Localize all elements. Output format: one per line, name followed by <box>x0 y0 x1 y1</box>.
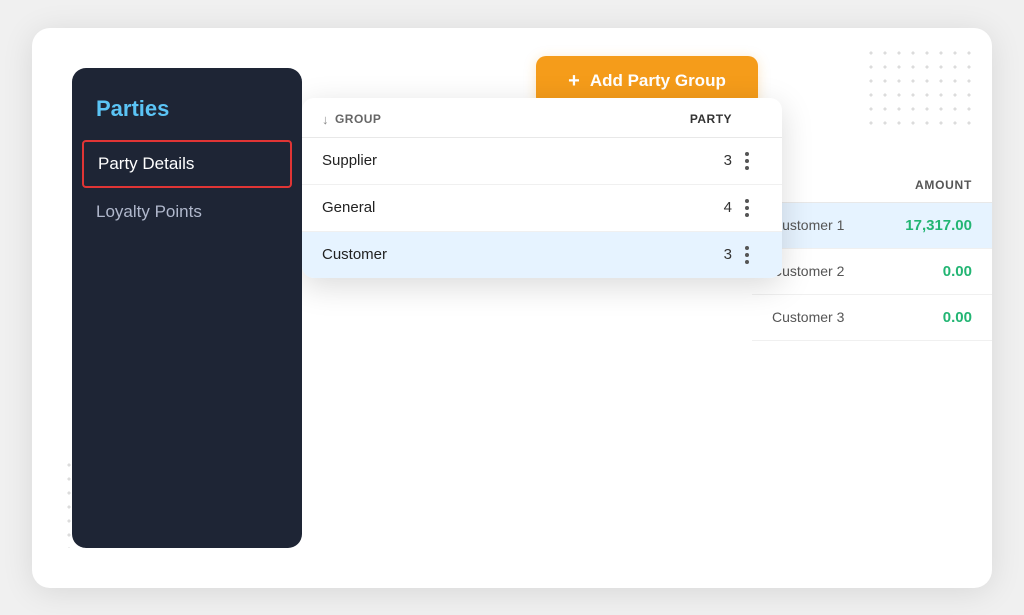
main-card: Parties Party Details Loyalty Points + A… <box>32 28 992 588</box>
row-label-general: General <box>322 199 692 216</box>
sort-arrow-icon: ↓ <box>322 112 329 127</box>
col-actions-header <box>732 112 762 127</box>
right-row-amount-customer3: 0.00 <box>943 309 972 326</box>
row-count-general: 4 <box>692 199 732 216</box>
row-menu-customer[interactable] <box>732 246 762 264</box>
right-row-name-customer2: Customer 2 <box>772 263 943 279</box>
sidebar-title: Parties <box>72 96 302 140</box>
three-dots-icon-general <box>745 199 749 217</box>
three-dots-icon-customer <box>745 246 749 264</box>
dropdown-row-supplier[interactable]: Supplier 3 <box>302 138 782 185</box>
plus-icon: + <box>568 70 580 93</box>
row-menu-supplier[interactable] <box>732 152 762 170</box>
right-table: AMOUNT Customer 1 17,317.00 Customer 2 0… <box>752 168 992 341</box>
row-label-supplier: Supplier <box>322 152 692 169</box>
right-table-row-customer1[interactable]: Customer 1 17,317.00 <box>752 203 992 249</box>
dropdown-row-customer[interactable]: Customer 3 <box>302 232 782 278</box>
right-row-name-customer3: Customer 3 <box>772 309 943 325</box>
col-party-header: PARTY <box>652 112 732 127</box>
dropdown-header: ↓ GROUP PARTY <box>302 98 782 138</box>
right-row-name-customer1: Customer 1 <box>772 217 905 233</box>
row-menu-general[interactable] <box>732 199 762 217</box>
content-area: + Add Party Group ↓ GROUP PARTY Supplier… <box>302 28 992 588</box>
sidebar-item-loyalty-points[interactable]: Loyalty Points <box>72 188 302 236</box>
right-row-amount-customer2: 0.00 <box>943 263 972 280</box>
col-group-header: ↓ GROUP <box>322 112 652 127</box>
three-dots-icon-supplier <box>745 152 749 170</box>
add-party-group-label: Add Party Group <box>590 71 726 91</box>
row-count-customer: 3 <box>692 246 732 263</box>
sidebar: Parties Party Details Loyalty Points <box>72 68 302 548</box>
right-table-row-customer2[interactable]: Customer 2 0.00 <box>752 249 992 295</box>
right-table-header: AMOUNT <box>752 168 992 203</box>
right-table-row-customer3[interactable]: Customer 3 0.00 <box>752 295 992 341</box>
dropdown-row-general[interactable]: General 4 <box>302 185 782 232</box>
row-count-supplier: 3 <box>692 152 732 169</box>
dropdown-panel: ↓ GROUP PARTY Supplier 3 General 4 <box>302 98 782 278</box>
right-row-amount-customer1: 17,317.00 <box>905 217 972 234</box>
row-label-customer: Customer <box>322 246 692 263</box>
sidebar-item-party-details[interactable]: Party Details <box>82 140 292 188</box>
